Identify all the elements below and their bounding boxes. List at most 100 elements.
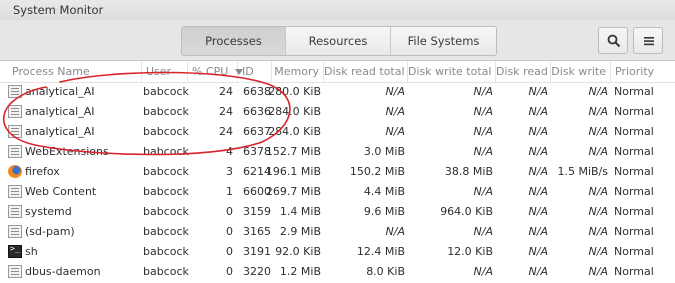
process-user: babcock — [143, 125, 189, 138]
process-cpu: 1 — [226, 185, 233, 198]
search-button[interactable] — [598, 27, 628, 54]
table-row[interactable]: Web Content babcock 1 6600 269.7 MiB 4.4… — [0, 182, 675, 202]
process-disk-read: N/A — [528, 165, 548, 178]
process-memory: 280.0 KiB — [268, 85, 321, 98]
process-memory: 284.0 KiB — [268, 105, 321, 118]
column-header-disk-read-total[interactable]: Disk read total — [324, 61, 408, 82]
process-user: babcock — [143, 145, 189, 158]
process-priority: Normal — [614, 245, 654, 258]
process-memory: 92.0 KiB — [275, 245, 321, 258]
process-cpu: 24 — [219, 85, 233, 98]
process-name: Web Content — [25, 185, 97, 198]
process-user: babcock — [143, 265, 189, 278]
process-priority: Normal — [614, 225, 654, 238]
process-priority: Normal — [614, 165, 654, 178]
process-disk-read: N/A — [528, 125, 548, 138]
process-cpu: 0 — [226, 205, 233, 218]
column-header-process-name[interactable]: Process Name — [8, 61, 142, 82]
process-disk-read-total: 150.2 MiB — [349, 165, 405, 178]
process-disk-read-total: N/A — [385, 85, 405, 98]
process-disk-read-total: 9.6 MiB — [363, 205, 405, 218]
process-disk-read: N/A — [528, 245, 548, 258]
process-disk-read: N/A — [528, 265, 548, 278]
window-titlebar: System Monitor — [0, 0, 675, 21]
column-header-memory[interactable]: Memory — [272, 61, 324, 82]
process-name: analytical_AI — [25, 85, 95, 98]
generic-app-icon — [8, 125, 22, 138]
process-disk-write: N/A — [588, 225, 608, 238]
tab-processes[interactable]: Processes — [182, 27, 285, 55]
process-disk-write: N/A — [588, 205, 608, 218]
toolbar: Processes Resources File Systems — [0, 20, 675, 61]
process-disk-read: N/A — [528, 225, 548, 238]
table-row[interactable]: analytical_AI babcock 24 6638 280.0 KiB … — [0, 82, 675, 102]
column-header-cpu-label: % CPU — [192, 65, 229, 78]
process-memory: 2.9 MiB — [279, 225, 321, 238]
process-name: systemd — [25, 205, 72, 218]
process-memory: 284.0 KiB — [268, 125, 321, 138]
process-cpu: 24 — [219, 105, 233, 118]
tab-resources[interactable]: Resources — [285, 27, 390, 55]
process-name: (sd-pam) — [25, 225, 75, 238]
process-priority: Normal — [614, 265, 654, 278]
process-disk-read: N/A — [528, 205, 548, 218]
tab-file-systems[interactable]: File Systems — [390, 27, 496, 55]
process-name: WebExtensions — [25, 145, 109, 158]
process-disk-read-total: 3.0 MiB — [363, 145, 405, 158]
process-user: babcock — [143, 165, 189, 178]
column-header-disk-read[interactable]: Disk read — [496, 61, 551, 82]
generic-app-icon — [8, 85, 22, 98]
process-disk-write-total: 964.0 KiB — [440, 205, 493, 218]
process-disk-read-total: N/A — [385, 225, 405, 238]
table-row[interactable]: analytical_AI babcock 24 6637 284.0 KiB … — [0, 122, 675, 142]
process-disk-read: N/A — [528, 185, 548, 198]
process-disk-write-total: N/A — [473, 225, 493, 238]
process-disk-write: N/A — [588, 105, 608, 118]
column-header-priority[interactable]: Priority — [611, 61, 675, 82]
process-user: babcock — [143, 85, 189, 98]
column-header-id[interactable]: ID — [238, 61, 272, 82]
process-name: firefox — [25, 165, 60, 178]
process-cpu: 0 — [226, 225, 233, 238]
process-disk-write-total: N/A — [473, 145, 493, 158]
table-row[interactable]: WebExtensions babcock 4 6378 152.7 MiB 3… — [0, 142, 675, 162]
column-header-disk-write-total[interactable]: Disk write total — [408, 61, 496, 82]
table-row[interactable]: (sd-pam) babcock 0 3165 2.9 MiB N/A N/A … — [0, 222, 675, 242]
process-priority: Normal — [614, 205, 654, 218]
process-cpu: 0 — [226, 265, 233, 278]
table-row[interactable]: analytical_AI babcock 24 6636 284.0 KiB … — [0, 102, 675, 122]
table-row[interactable]: sh babcock 0 3191 92.0 KiB 12.4 MiB 12.0… — [0, 242, 675, 262]
column-header-disk-write[interactable]: Disk write — [551, 61, 611, 82]
hamburger-menu-icon — [644, 37, 654, 46]
process-name: sh — [25, 245, 38, 258]
process-disk-write: N/A — [588, 265, 608, 278]
process-disk-read: N/A — [528, 85, 548, 98]
column-header-user[interactable]: User — [142, 61, 188, 82]
process-disk-write-total: N/A — [473, 265, 493, 278]
process-disk-read-total: 8.0 KiB — [366, 265, 405, 278]
process-user: babcock — [143, 245, 189, 258]
process-cpu: 3 — [226, 165, 233, 178]
process-disk-read-total: 4.4 MiB — [363, 185, 405, 198]
process-name: analytical_AI — [25, 105, 95, 118]
process-disk-write: N/A — [588, 245, 608, 258]
search-icon — [607, 34, 621, 48]
table-row[interactable]: firefox babcock 3 6214 196.1 MiB 150.2 M… — [0, 162, 675, 182]
process-priority: Normal — [614, 105, 654, 118]
process-disk-write-total: N/A — [473, 85, 493, 98]
table-row[interactable]: systemd babcock 0 3159 1.4 MiB 9.6 MiB 9… — [0, 202, 675, 222]
process-cpu: 4 — [226, 145, 233, 158]
process-disk-read-total: N/A — [385, 125, 405, 138]
column-header-cpu[interactable]: % CPU — [188, 61, 243, 82]
process-disk-write: N/A — [588, 85, 608, 98]
generic-app-icon — [8, 225, 22, 238]
process-memory: 152.7 MiB — [265, 145, 321, 158]
generic-app-icon — [8, 185, 22, 198]
table-row[interactable]: dbus-daemon babcock 0 3220 1.2 MiB 8.0 K… — [0, 262, 675, 282]
generic-app-icon — [8, 105, 22, 118]
view-switcher: Processes Resources File Systems — [181, 26, 497, 56]
menu-button[interactable] — [633, 27, 663, 54]
process-user: babcock — [143, 225, 189, 238]
process-disk-write: N/A — [588, 185, 608, 198]
generic-app-icon — [8, 205, 22, 218]
